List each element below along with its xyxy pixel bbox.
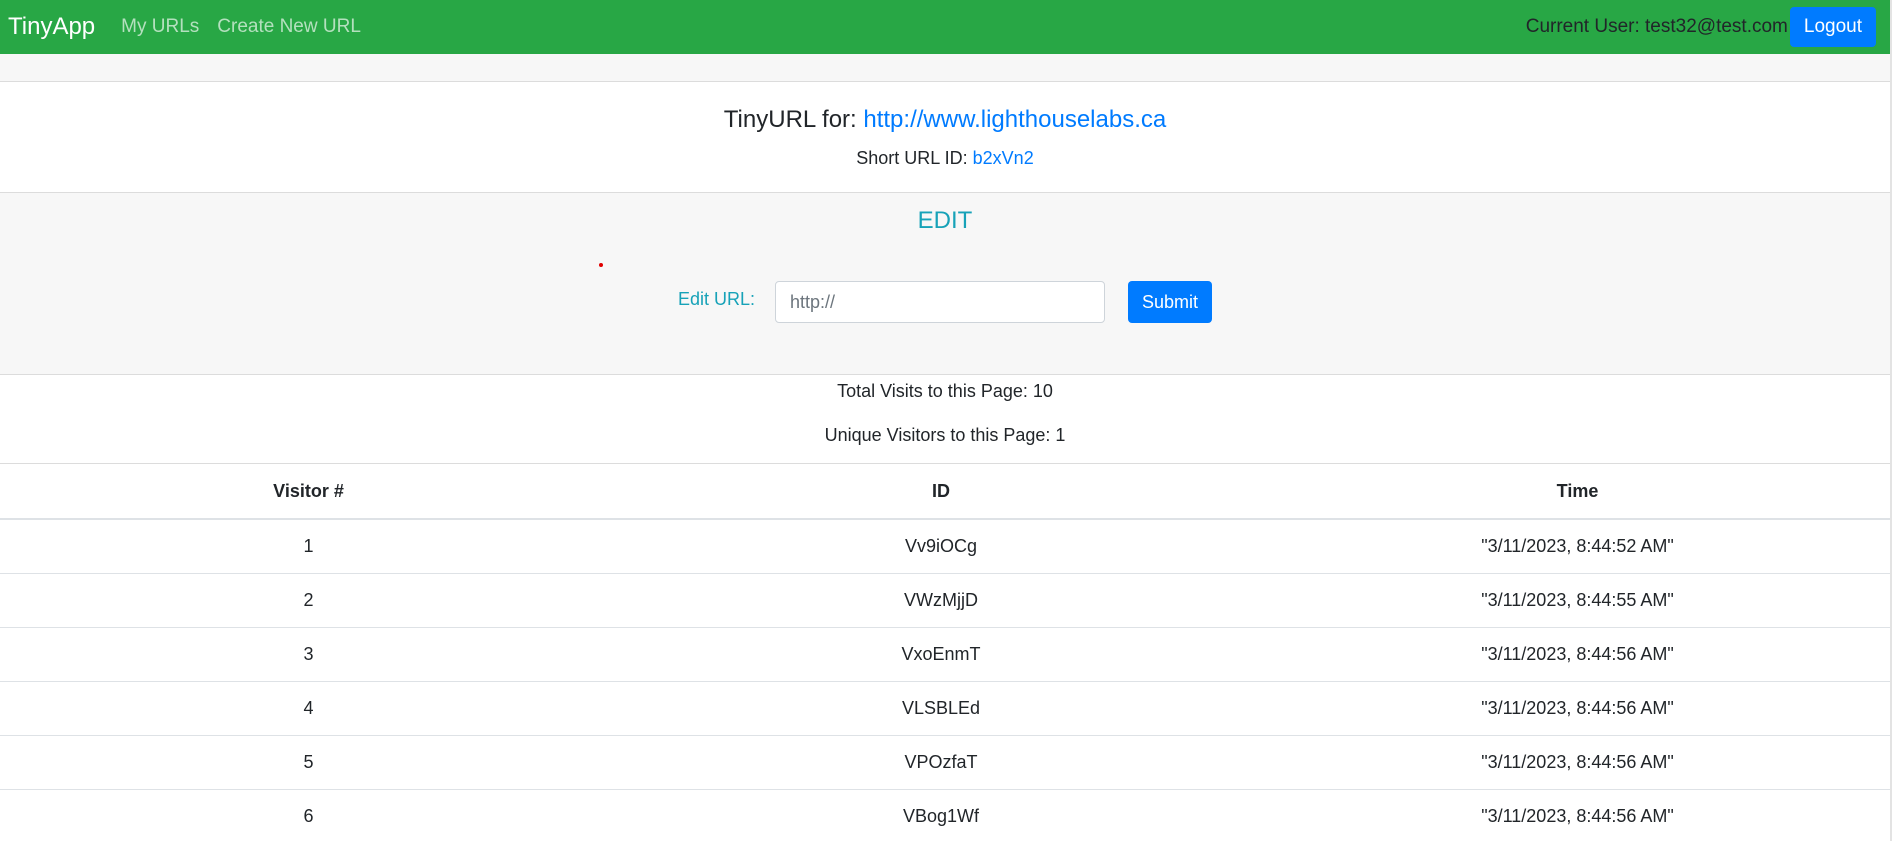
visits-table: Visitor # ID Time 1 Vv9iOCg "3/11/2023, … (0, 464, 1890, 841)
cell-visitor-number: 5 (0, 735, 617, 790)
url-title: TinyURL for: http://www.lighthouselabs.c… (0, 106, 1890, 134)
total-visits: Total Visits to this Page: 10 (837, 381, 1053, 401)
nav-my-urls[interactable]: My URLs (121, 16, 199, 38)
cell-visitor-number: 4 (0, 681, 617, 736)
edit-url-label: Edit URL: (678, 288, 756, 309)
cell-time: "3/11/2023, 8:44:56 AM" (1265, 681, 1890, 736)
header-time: Time (1265, 464, 1890, 520)
cell-id: VBog1Wf (617, 789, 1265, 841)
cell-visitor-number: 6 (0, 789, 617, 841)
cell-visitor-number: 1 (0, 519, 617, 574)
cell-id: VWzMjjD (617, 573, 1265, 628)
table-row: 3 VxoEnmT "3/11/2023, 8:44:56 AM" (0, 627, 1890, 682)
logout-button[interactable]: Logout (1789, 7, 1876, 47)
cell-time: "3/11/2023, 8:44:52 AM" (1265, 519, 1890, 574)
cell-time: "3/11/2023, 8:44:55 AM" (1265, 573, 1890, 628)
main-content: TinyApp My URLs Create New URL Current U… (0, 0, 1892, 841)
table-row: 2 VWzMjjD "3/11/2023, 8:44:55 AM" (0, 573, 1890, 628)
cell-time: "3/11/2023, 8:44:56 AM" (1265, 789, 1890, 841)
cell-id: VLSBLEd (617, 681, 1265, 736)
header-visitor-number: Visitor # (0, 464, 617, 520)
submit-button[interactable]: Submit (1128, 281, 1213, 323)
short-id-prefix: Short URL ID: (856, 148, 973, 168)
cell-time: "3/11/2023, 8:44:56 AM" (1265, 627, 1890, 682)
short-url-id: Short URL ID: b2xVn2 (0, 148, 1890, 169)
cell-time: "3/11/2023, 8:44:56 AM" (1265, 735, 1890, 790)
table-row: 1 Vv9iOCg "3/11/2023, 8:44:52 AM" (0, 519, 1890, 574)
table-row: 6 VBog1Wf "3/11/2023, 8:44:56 AM" (0, 789, 1890, 841)
long-url-link[interactable]: http://www.lighthouselabs.ca (863, 106, 1166, 133)
cell-id: VPOzfaT (617, 735, 1265, 790)
navbar: TinyApp My URLs Create New URL Current U… (0, 0, 1890, 54)
url-title-prefix: TinyURL for: (723, 106, 864, 133)
edit-form: Edit URL: Submit (678, 281, 1213, 323)
brand-link[interactable]: TinyApp (8, 13, 95, 41)
table-row: 5 VPOzfaT "3/11/2023, 8:44:56 AM" (0, 735, 1890, 790)
nav-create-new-url[interactable]: Create New URL (217, 16, 361, 38)
cell-id: Vv9iOCg (617, 519, 1265, 574)
header-strip (0, 54, 1890, 82)
short-id-link[interactable]: b2xVn2 (973, 148, 1034, 168)
red-dot-mark (599, 263, 603, 267)
header-id: ID (617, 464, 1265, 520)
edit-heading: EDIT (917, 207, 973, 234)
edit-url-input[interactable] (775, 281, 1106, 323)
visit-stats: Total Visits to this Page: 10 Unique Vis… (0, 375, 1890, 464)
cell-visitor-number: 3 (0, 627, 617, 682)
edit-panel: EDIT Edit URL: Submit (0, 192, 1890, 375)
url-info: TinyURL for: http://www.lighthouselabs.c… (0, 82, 1890, 192)
current-user-label: Current User: test32@test.com (1525, 16, 1788, 37)
cell-visitor-number: 2 (0, 573, 617, 628)
table-row: 4 VLSBLEd "3/11/2023, 8:44:56 AM" (0, 681, 1890, 736)
page: TinyApp My URLs Create New URL Current U… (0, 0, 1895, 841)
unique-visitors: Unique Visitors to this Page: 1 (824, 425, 1066, 445)
cell-id: VxoEnmT (617, 627, 1265, 682)
table-header-row: Visitor # ID Time (0, 464, 1890, 520)
